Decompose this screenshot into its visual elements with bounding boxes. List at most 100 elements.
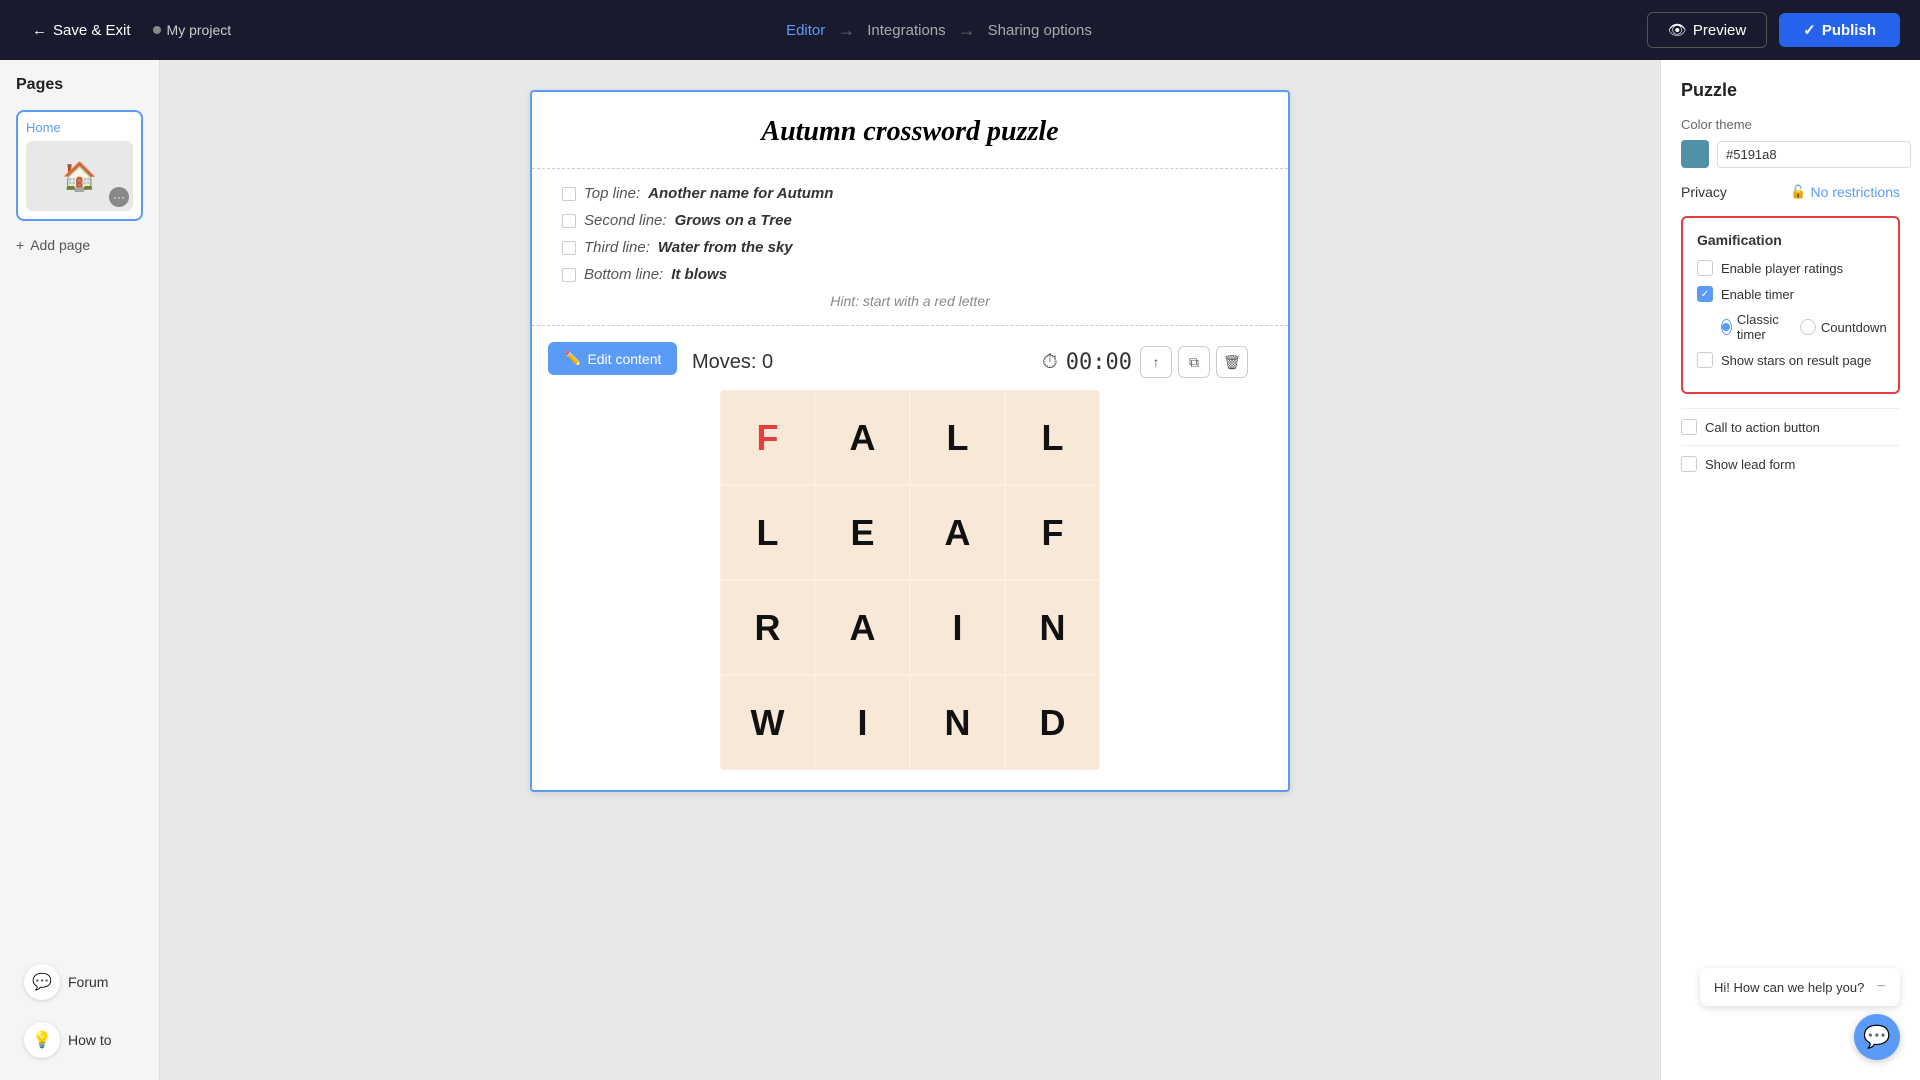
grid-cell-1-0[interactable]: L — [720, 485, 815, 580]
grid-cell-0-1[interactable]: A — [815, 390, 910, 485]
show-lead-form-label: Show lead form — [1705, 457, 1795, 472]
nav-arrow-1: → — [837, 20, 855, 41]
delete-icon[interactable]: 🗑 — [1216, 346, 1248, 378]
nav-arrow-2: → — [958, 20, 976, 41]
classic-timer-radio[interactable] — [1721, 319, 1732, 335]
clue-prefix-1: Top line: — [584, 185, 640, 202]
clue-checkbox-1[interactable] — [562, 187, 576, 201]
save-exit-label: Save & Exit — [53, 22, 131, 39]
project-name: My project — [153, 22, 232, 38]
chat-widget-button[interactable]: 💬 — [1854, 1014, 1900, 1060]
grid-cell-3-1[interactable]: I — [815, 675, 910, 770]
clue-checkbox-3[interactable] — [562, 241, 576, 255]
chat-bubble-text: Hi! How can we help you? — [1714, 980, 1864, 995]
show-lead-form-row[interactable]: Show lead form — [1681, 445, 1900, 482]
page-card-thumbnail: 🏠 ··· — [26, 141, 133, 211]
nav-sharing[interactable]: Sharing options — [988, 22, 1092, 39]
home-icon: 🏠 — [62, 160, 97, 193]
enable-player-ratings-label: Enable player ratings — [1721, 261, 1843, 276]
puzzle-grid-section: ✏️ Edit content Moves: 0 ⏱ 00:00 — [532, 326, 1288, 790]
show-stars-checkbox[interactable] — [1697, 352, 1713, 368]
grid-cell-3-2[interactable]: N — [910, 675, 1005, 770]
grid-cell-2-0[interactable]: R — [720, 580, 815, 675]
enable-player-ratings-checkbox[interactable] — [1697, 260, 1713, 276]
nav-editor[interactable]: Editor — [786, 22, 825, 39]
grid-row-0: FALL — [720, 390, 1100, 485]
color-theme-label: Color theme — [1681, 117, 1900, 132]
chat-close-button[interactable]: − — [1877, 978, 1886, 996]
grid-cell-1-1[interactable]: E — [815, 485, 910, 580]
enable-timer-label: Enable timer — [1721, 287, 1794, 302]
page-menu-button[interactable]: ··· — [109, 187, 129, 207]
control-icons: ↑ ⧉ 🗑 — [1140, 346, 1248, 378]
call-to-action-row[interactable]: Call to action button — [1681, 408, 1900, 445]
edit-content-button[interactable]: ✏️ Edit content — [548, 342, 677, 375]
status-dot — [153, 26, 161, 34]
grid-cell-0-0[interactable]: F — [720, 390, 815, 485]
topbar: ← Save & Exit My project Editor → Integr… — [0, 0, 1920, 60]
call-to-action-label: Call to action button — [1705, 420, 1820, 435]
add-page-button[interactable]: + Add page — [16, 233, 143, 257]
clue-checkbox-4[interactable] — [562, 268, 576, 282]
enable-timer-row: ✓ Enable timer — [1697, 286, 1884, 302]
countdown-timer-label: Countdown — [1821, 320, 1887, 335]
save-exit-button[interactable]: ← Save & Exit — [20, 16, 143, 45]
call-to-action-checkbox[interactable] — [1681, 419, 1697, 435]
hint-text: Hint: start with a red letter — [562, 293, 1258, 309]
countdown-timer-radio[interactable] — [1800, 319, 1816, 335]
enable-timer-checkbox[interactable]: ✓ — [1697, 286, 1713, 302]
grid-row-3: WIND — [720, 675, 1100, 770]
grid-cell-0-3[interactable]: L — [1005, 390, 1100, 485]
howto-icon-circle: 💡 — [24, 1022, 60, 1058]
show-lead-form-checkbox[interactable] — [1681, 456, 1697, 472]
grid-cell-2-2[interactable]: I — [910, 580, 1005, 675]
color-swatch[interactable] — [1681, 140, 1709, 168]
countdown-timer-option[interactable]: Countdown — [1800, 319, 1887, 335]
grid-cell-2-1[interactable]: A — [815, 580, 910, 675]
page-card-label: Home — [26, 120, 133, 135]
topbar-center: Editor → Integrations → Sharing options — [786, 20, 1092, 41]
clue-item-1: Top line: Another name for Autumn — [562, 185, 1258, 202]
grid-cell-2-3[interactable]: N — [1005, 580, 1100, 675]
color-row — [1681, 140, 1900, 168]
arrow-left-icon: ← — [32, 22, 47, 39]
classic-timer-option[interactable]: Classic timer — [1721, 312, 1784, 342]
plus-icon: + — [16, 237, 24, 253]
upload-icon[interactable]: ↑ — [1140, 346, 1172, 378]
canvas-area: Autumn crossword puzzle Top line: Anothe… — [160, 60, 1660, 1080]
page-card-home[interactable]: Home 🏠 ··· — [16, 110, 143, 221]
clue-answer-2: Grows on a Tree — [675, 212, 792, 229]
timer-icon: ⏱ — [1042, 351, 1058, 374]
copy-icon[interactable]: ⧉ — [1178, 346, 1210, 378]
forum-icon: 💬 — [32, 972, 52, 992]
puzzle-title: Autumn crossword puzzle — [562, 116, 1258, 148]
show-stars-row: Show stars on result page — [1697, 352, 1884, 368]
grid-cell-1-3[interactable]: F — [1005, 485, 1100, 580]
clue-prefix-4: Bottom line: — [584, 266, 663, 283]
forum-item[interactable]: 💬 Forum — [16, 958, 143, 1006]
clue-prefix-3: Third line: — [584, 239, 650, 256]
nav-integrations[interactable]: Integrations — [867, 22, 945, 39]
grid-cell-1-2[interactable]: A — [910, 485, 1005, 580]
crossword-grid: FALLLEAFRAINWIND — [720, 390, 1100, 770]
clues-section: Top line: Another name for Autumn Second… — [532, 169, 1288, 326]
pages-sidebar: Pages Home 🏠 ··· + Add page 💬 Forum 💡 — [0, 60, 160, 1080]
grid-cell-0-2[interactable]: L — [910, 390, 1005, 485]
privacy-value[interactable]: 🔓 No restrictions — [1790, 184, 1900, 200]
forum-label: Forum — [68, 974, 108, 990]
preview-button[interactable]: 👁 Preview — [1647, 12, 1767, 48]
clue-answer-1: Another name for Autumn — [648, 185, 833, 202]
grid-cell-3-0[interactable]: W — [720, 675, 815, 770]
eye-icon: 👁 — [1668, 21, 1687, 39]
clue-answer-3: Water from the sky — [658, 239, 793, 256]
color-input[interactable] — [1717, 141, 1911, 168]
pencil-icon: ✏️ — [564, 350, 581, 367]
publish-button[interactable]: ✓ Publish — [1779, 13, 1900, 47]
gamification-box: Gamification Enable player ratings ✓ Ena… — [1681, 216, 1900, 394]
howto-item[interactable]: 💡 How to — [16, 1016, 143, 1064]
grid-cell-3-3[interactable]: D — [1005, 675, 1100, 770]
clue-checkbox-2[interactable] — [562, 214, 576, 228]
grid-row-2: RAIN — [720, 580, 1100, 675]
lock-icon: 🔓 — [1790, 184, 1806, 200]
panel-title: Puzzle — [1681, 80, 1900, 101]
